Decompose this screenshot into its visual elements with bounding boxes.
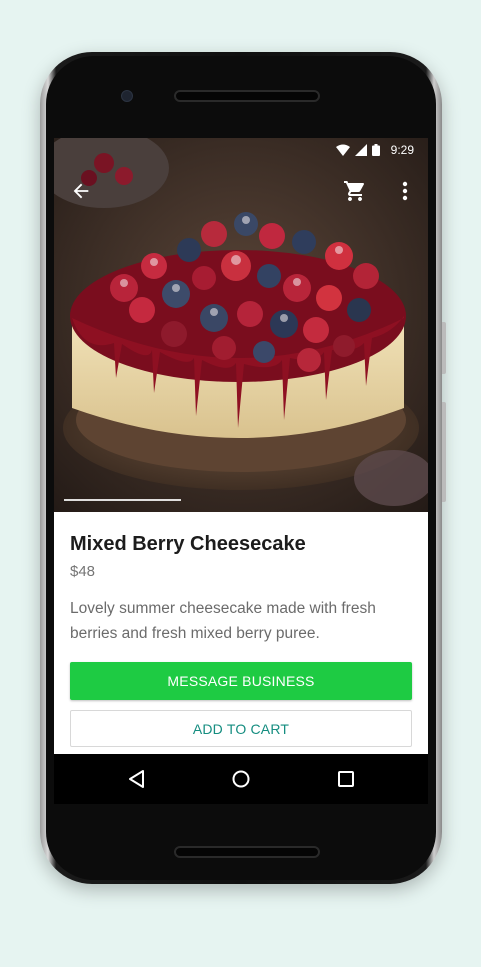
top-speaker (174, 90, 320, 102)
product-details: Mixed Berry Cheesecake $48 Lovely summer… (70, 512, 412, 646)
product-image[interactable]: 9:29 (54, 138, 428, 512)
product-description: Lovely summer cheesecake made with fresh… (70, 600, 376, 642)
wifi-icon (335, 144, 350, 156)
power-button (442, 402, 446, 502)
status-time: 9:29 (390, 143, 414, 157)
app-screen: 9:29 Mixed Berry Cheesecake $48 Lovely s… (54, 138, 428, 804)
more-vert-icon[interactable] (396, 179, 414, 203)
front-camera (121, 90, 133, 102)
nav-home-icon[interactable] (230, 768, 252, 790)
shopping-cart-icon[interactable] (343, 179, 367, 203)
cell-signal-icon (354, 144, 367, 156)
arrow-back-icon[interactable] (70, 180, 92, 202)
app-bar (54, 176, 428, 206)
status-bar: 9:29 (54, 138, 428, 162)
system-nav-bar (54, 754, 428, 804)
bottom-speaker (174, 846, 320, 858)
battery-icon (371, 144, 380, 156)
volume-button (442, 322, 446, 374)
product-price: $48 (70, 563, 96, 580)
message-business-button[interactable]: MESSAGE BUSINESS (70, 662, 412, 700)
image-slide-progress (64, 499, 181, 501)
nav-back-icon[interactable] (126, 768, 148, 790)
nav-recents-icon[interactable] (335, 768, 357, 790)
product-title: Mixed Berry Cheesecake (70, 533, 306, 555)
add-to-cart-button[interactable]: ADD TO CART (70, 710, 412, 747)
